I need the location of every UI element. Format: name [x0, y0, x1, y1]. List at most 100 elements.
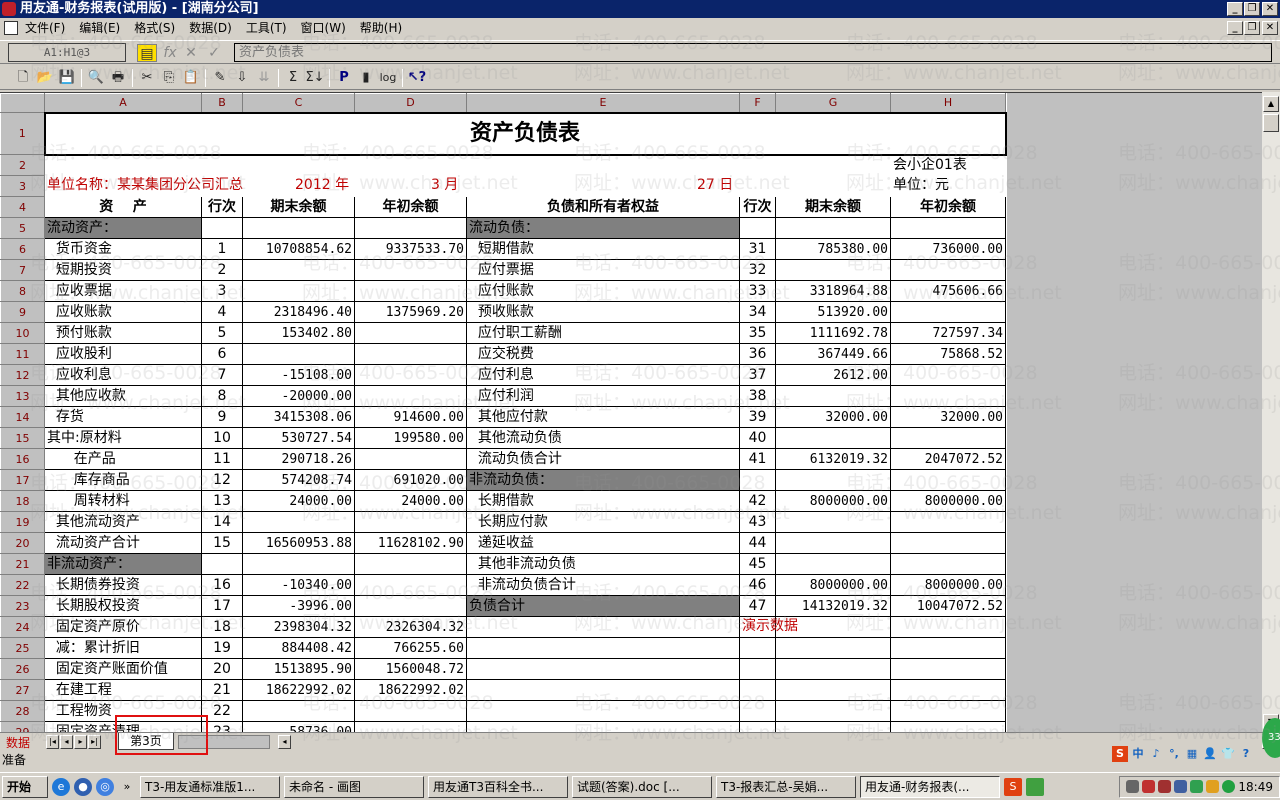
- cell[interactable]: [201, 217, 243, 239]
- child-restore-button[interactable]: ❐: [1244, 21, 1260, 35]
- cell[interactable]: [242, 259, 355, 281]
- year-cell[interactable]: 2012 年: [243, 176, 355, 197]
- menu-data[interactable]: 数据(D): [182, 18, 239, 38]
- cell[interactable]: 预付账款: [44, 322, 202, 344]
- cell-reference-box[interactable]: A1:H1@3: [8, 43, 126, 62]
- cell[interactable]: 货币资金: [44, 238, 202, 260]
- cell[interactable]: [354, 322, 467, 344]
- column-title[interactable]: 行次: [739, 196, 776, 218]
- network-icon[interactable]: [1126, 780, 1140, 793]
- cell[interactable]: 15: [201, 532, 243, 554]
- cell[interactable]: 14: [201, 511, 243, 533]
- cell[interactable]: 2612.00: [775, 364, 891, 386]
- format-painter-icon[interactable]: ✎: [209, 68, 231, 88]
- cell[interactable]: 32000.00: [775, 406, 891, 428]
- cell[interactable]: 8000000.00: [775, 490, 891, 512]
- scroll-thumb[interactable]: [1263, 114, 1279, 132]
- first-sheet-icon[interactable]: |◂: [46, 735, 59, 749]
- cell[interactable]: 14132019.32: [775, 595, 891, 617]
- cell[interactable]: 914600.00: [354, 406, 467, 428]
- chinese-mode-icon[interactable]: 中: [1130, 746, 1146, 762]
- cell[interactable]: [354, 259, 467, 281]
- cell[interactable]: 其他流动资产: [44, 511, 202, 533]
- print-icon[interactable]: 🖶: [107, 68, 129, 88]
- cell[interactable]: 2047072.52: [890, 448, 1006, 470]
- document-icon[interactable]: [4, 21, 18, 35]
- cell[interactable]: 演示数据: [739, 616, 798, 638]
- cell[interactable]: 应付票据: [466, 259, 740, 281]
- cell[interactable]: 长期借款: [466, 490, 740, 512]
- media-icon[interactable]: ●: [74, 777, 92, 796]
- cell[interactable]: [775, 511, 891, 533]
- copy-icon[interactable]: ⎘: [158, 68, 180, 88]
- cell[interactable]: 其中:原材料: [44, 427, 202, 449]
- cell[interactable]: [775, 427, 891, 449]
- cell[interactable]: [890, 427, 1006, 449]
- prev-sheet-icon[interactable]: ◂: [60, 735, 73, 749]
- column-title[interactable]: 行次: [201, 196, 243, 218]
- cell[interactable]: 固定资产账面价值: [44, 658, 202, 680]
- menu-file[interactable]: 文件(F): [18, 18, 72, 38]
- print-preview-icon[interactable]: 🔍: [85, 68, 107, 88]
- ie-icon[interactable]: e: [52, 777, 70, 796]
- cell[interactable]: 18622992.02: [242, 679, 355, 701]
- cell[interactable]: 1513895.90: [242, 658, 355, 680]
- cell[interactable]: 16: [201, 574, 243, 596]
- cell[interactable]: 2398304.32: [242, 616, 355, 638]
- mode-label[interactable]: 数据: [6, 734, 30, 751]
- close-button[interactable]: ✕: [1262, 2, 1278, 16]
- row-header[interactable]: 24: [0, 616, 45, 638]
- cell[interactable]: [354, 574, 467, 596]
- cell[interactable]: [890, 616, 1006, 638]
- row-header[interactable]: 6: [0, 238, 45, 260]
- cell[interactable]: 应付职工薪酬: [466, 322, 740, 344]
- cell[interactable]: 3318964.88: [775, 280, 891, 302]
- cell[interactable]: 6132019.32: [775, 448, 891, 470]
- cell[interactable]: 530727.54: [242, 427, 355, 449]
- sogou-tray-icon[interactable]: S: [1004, 777, 1022, 796]
- column-title[interactable]: 期末余额: [775, 196, 891, 218]
- filter-icon[interactable]: ⇊: [253, 68, 275, 88]
- cell[interactable]: 11: [201, 448, 243, 470]
- cell[interactable]: 7: [201, 364, 243, 386]
- cell[interactable]: 18622992.02: [354, 679, 467, 701]
- cell[interactable]: 10: [201, 427, 243, 449]
- column-header[interactable]: E: [466, 93, 740, 113]
- cell[interactable]: 75868.52: [890, 343, 1006, 365]
- cell[interactable]: 475606.66: [890, 280, 1006, 302]
- cell[interactable]: 应交税费: [466, 343, 740, 365]
- child-close-button[interactable]: ✕: [1262, 21, 1278, 35]
- cell[interactable]: 周转材料: [44, 490, 202, 512]
- cell[interactable]: 1: [201, 238, 243, 260]
- cell[interactable]: 其他流动负债: [466, 427, 740, 449]
- row-header[interactable]: 18: [0, 490, 45, 512]
- cell[interactable]: [890, 469, 1006, 491]
- cell[interactable]: 290718.26: [242, 448, 355, 470]
- row-header[interactable]: 15: [0, 427, 45, 449]
- column-header[interactable]: F: [739, 93, 776, 113]
- cell[interactable]: 应付利息: [466, 364, 740, 386]
- row-header[interactable]: 1: [0, 112, 45, 155]
- cell[interactable]: [354, 595, 467, 617]
- cell[interactable]: 24000.00: [354, 490, 467, 512]
- cell[interactable]: [890, 553, 1006, 575]
- cell[interactable]: -20000.00: [242, 385, 355, 407]
- row-header[interactable]: 10: [0, 322, 45, 344]
- cell[interactable]: [242, 511, 355, 533]
- taskbar-item[interactable]: 未命名 - 画图: [284, 775, 424, 798]
- cell[interactable]: [466, 616, 740, 638]
- taskbar-item-active[interactable]: 用友通-财务报表(...: [860, 775, 1000, 798]
- cell[interactable]: 513920.00: [775, 301, 891, 323]
- cell[interactable]: [466, 679, 740, 701]
- cell[interactable]: [354, 385, 467, 407]
- cell[interactable]: 46: [739, 574, 776, 596]
- cell[interactable]: [890, 700, 1006, 722]
- row-header[interactable]: 9: [0, 301, 45, 323]
- cell[interactable]: [354, 217, 467, 239]
- cell[interactable]: 34: [739, 301, 776, 323]
- cell[interactable]: 1375969.20: [354, 301, 467, 323]
- soft-keyboard-icon[interactable]: ▦: [1184, 746, 1200, 762]
- cell[interactable]: 31: [739, 238, 776, 260]
- row-header[interactable]: 4: [0, 196, 45, 218]
- cell[interactable]: 非流动负债合计: [466, 574, 740, 596]
